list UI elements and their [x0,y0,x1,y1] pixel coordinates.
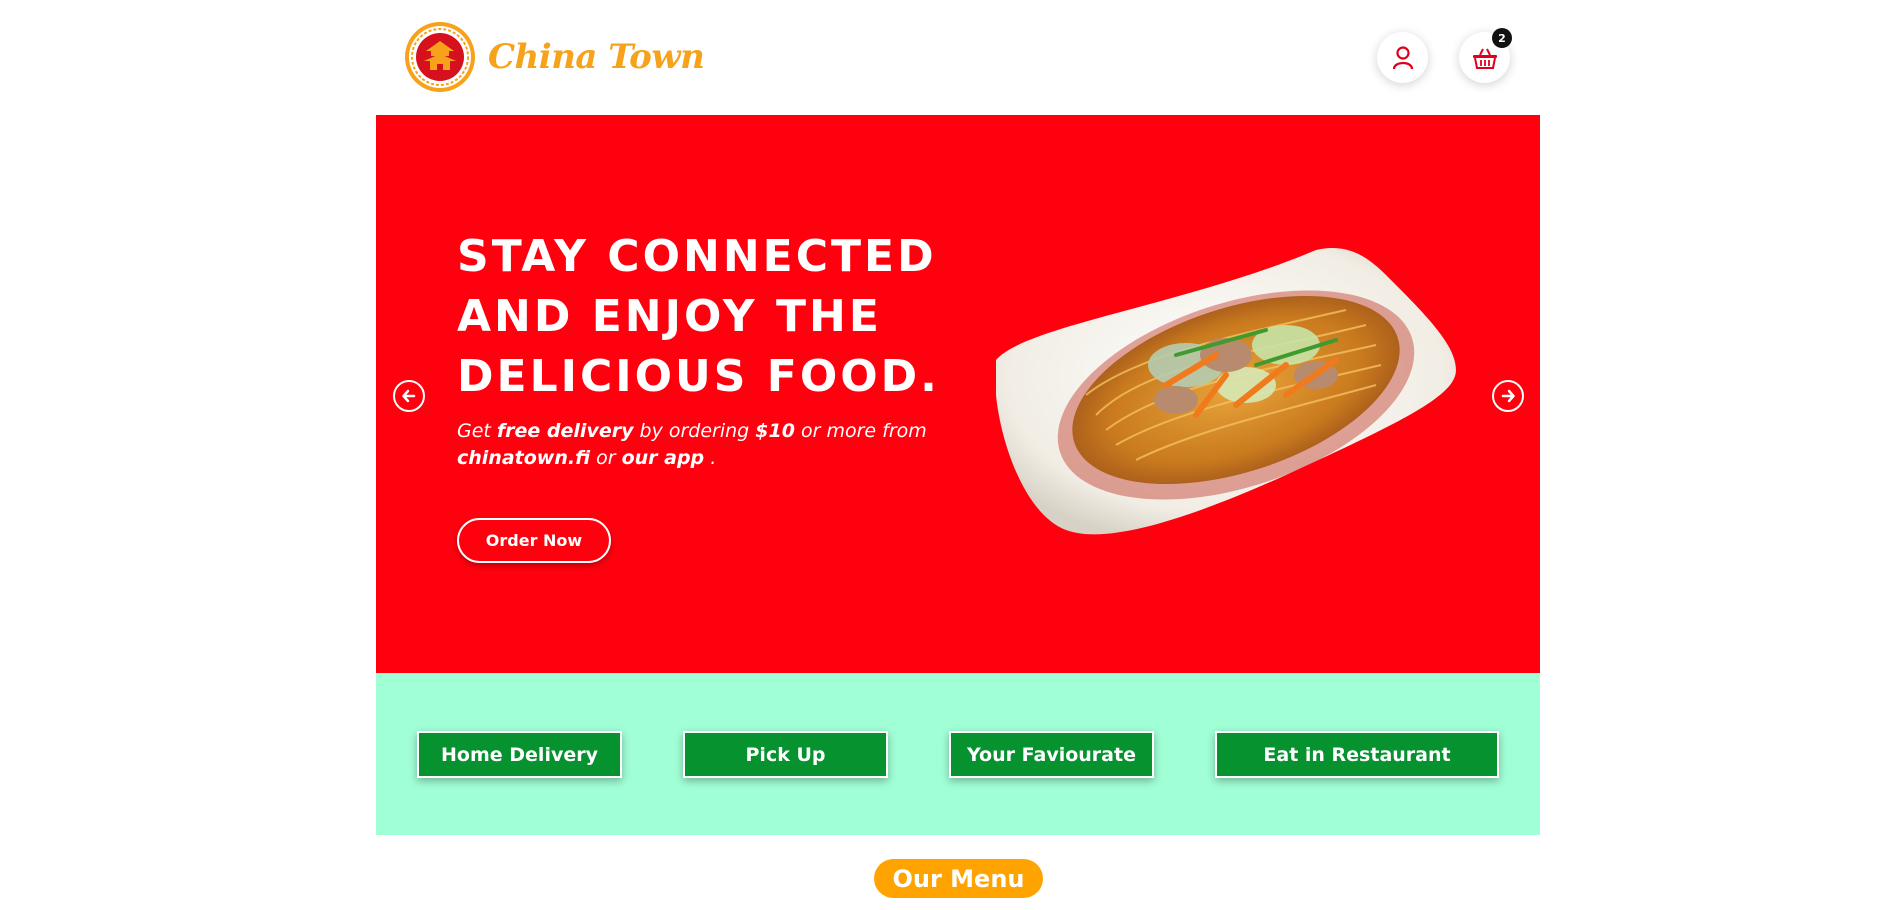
eat-in-restaurant-button[interactable]: Eat in Restaurant [1215,731,1499,778]
carousel-next-button[interactable] [1492,380,1524,412]
hero-sub-text: by ordering [633,420,756,442]
user-account-button[interactable] [1377,32,1428,83]
min-order-highlight: $10 [755,420,795,442]
page-container: China Town 2 STAY CONNECTED AND ENJOY TH… [376,0,1540,835]
pick-up-button[interactable]: Pick Up [683,731,888,778]
hero-sub-text: . [704,447,717,469]
service-options: Home Delivery Pick Up Your Faviourate Ea… [376,673,1540,835]
site-header: China Town 2 [376,0,1540,115]
cart-button[interactable]: 2 [1459,28,1512,83]
cart-count-badge: 2 [1492,28,1512,48]
hero-title-line: STAY CONNECTED [457,231,937,282]
hero-sub-text: or more from [794,420,927,442]
arrow-left-circle-icon [402,389,416,403]
order-now-button[interactable]: Order Now [457,518,611,563]
favourite-button[interactable]: Your Faviourate [949,731,1154,778]
hero-banner: STAY CONNECTED AND ENJOY THE DELICIOUS F… [376,115,1540,673]
hero-title-line: DELICIOUS FOOD. [457,351,940,402]
hero-title: STAY CONNECTED AND ENJOY THE DELICIOUS F… [457,227,977,407]
pagoda-logo-icon [405,22,475,92]
user-icon [1392,45,1413,69]
home-delivery-button[interactable]: Home Delivery [417,731,622,778]
hero-title-line: AND ENJOY THE [457,291,882,342]
hero-subtitle: Get free delivery by ordering $10 or mor… [457,418,927,472]
free-delivery-highlight: free delivery [496,420,634,442]
basket-icon [1472,48,1497,69]
website-highlight: chinatown.fi [457,447,591,469]
our-menu-heading: Our Menu [874,859,1043,898]
carousel-prev-button[interactable] [393,380,425,412]
hero-sub-text: Get [457,420,497,442]
brand-name: China Town [488,37,705,77]
brand-logo[interactable]: China Town [404,21,705,93]
app-highlight: our app [621,447,705,469]
arrow-right-circle-icon [1501,389,1515,403]
hero-sub-text: or [590,447,622,469]
noodle-dish-image [996,247,1456,535]
